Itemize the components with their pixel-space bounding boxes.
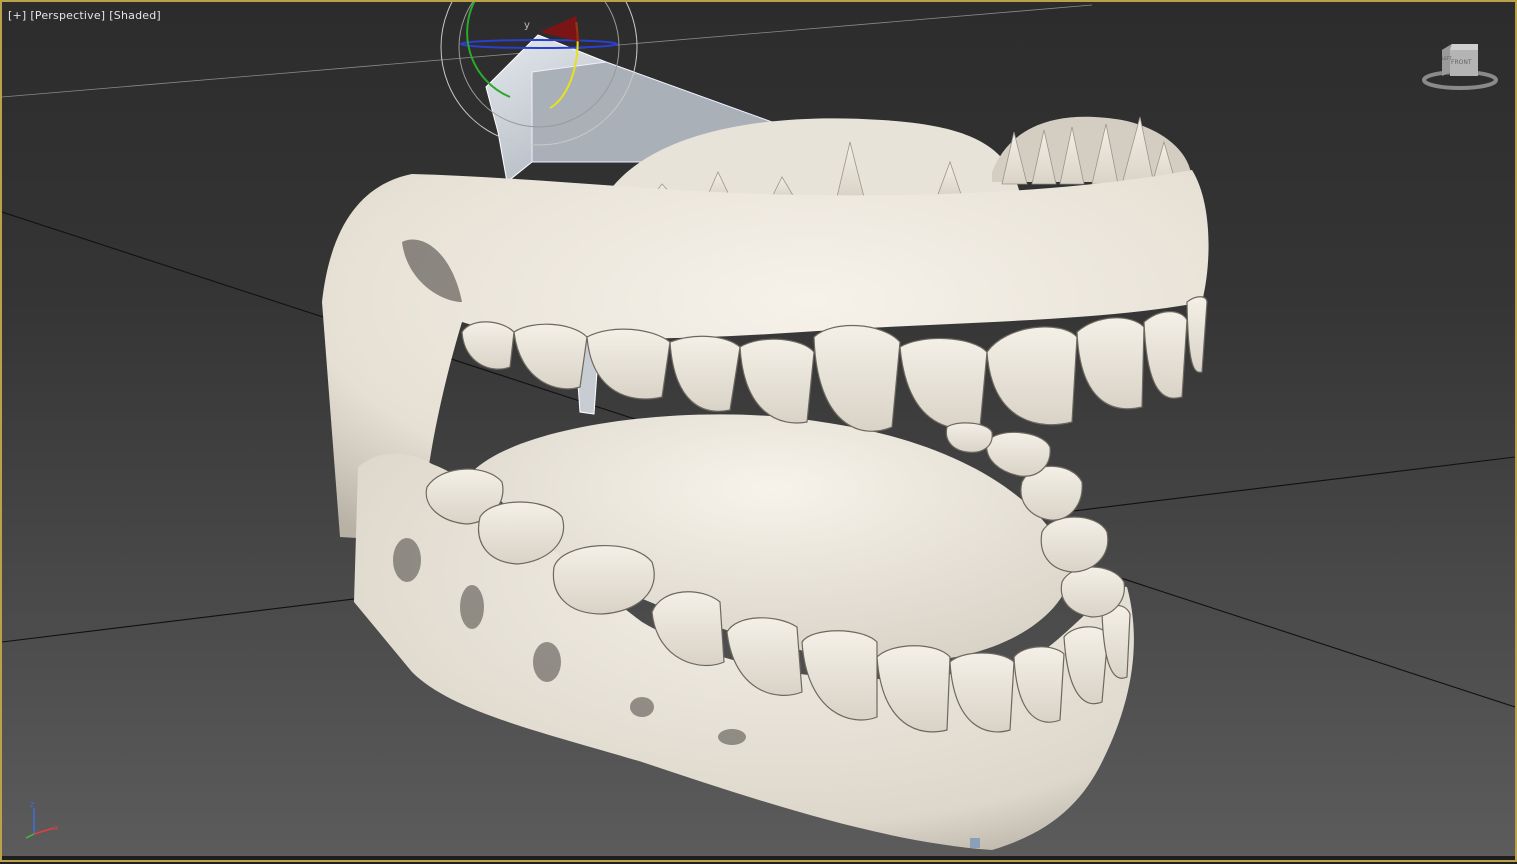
viewcube-front-label: FRONT xyxy=(1451,59,1472,66)
pivot-marker xyxy=(970,838,980,848)
gizmo-axis-y-label: y xyxy=(524,20,530,31)
viewport-pov-menu[interactable]: [Perspective] xyxy=(30,9,105,22)
axis-tripod-icon: z x xyxy=(25,800,59,839)
viewport-general-menu[interactable]: [+] xyxy=(8,9,26,22)
axis-z-label: z xyxy=(30,800,34,809)
viewport-label-menu: [+] [Perspective] [Shaded] xyxy=(8,9,161,22)
axis-x-label: x xyxy=(54,823,59,832)
viewcube-icon[interactable]: FRONT LEFT xyxy=(1422,40,1498,92)
viewport-shading-menu[interactable]: [Shaded] xyxy=(109,9,161,22)
perspective-viewport[interactable]: y [+] [Perspective] [Shaded] FRONT LEFT … xyxy=(0,0,1517,862)
viewport-bottom-edge xyxy=(2,856,1515,860)
viewcube-left-label: LEFT xyxy=(1442,56,1452,61)
viewport-scene[interactable]: y xyxy=(2,2,1515,860)
